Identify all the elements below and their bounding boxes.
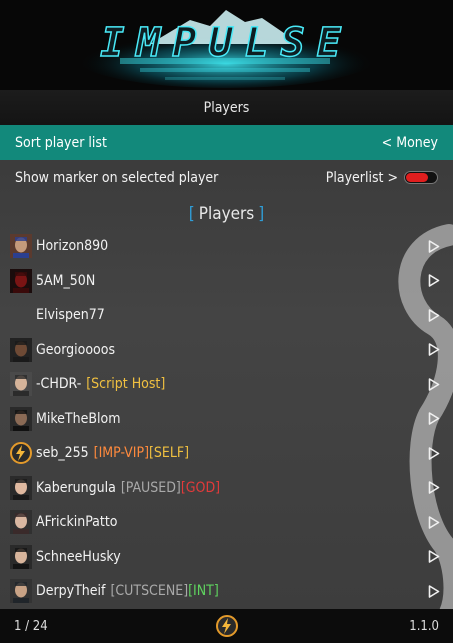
player-name: AFrickinPatto <box>36 514 117 530</box>
player-name-text: Kaberungula <box>36 479 116 496</box>
player-name-text: -CHDR- <box>36 376 82 393</box>
player-name-text: AFrickinPatto <box>36 514 118 531</box>
player-row[interactable]: Horizon890 <box>0 229 453 264</box>
player-tag: [GOD] <box>180 479 221 496</box>
player-name: Kaberungula [PAUSED][GOD] <box>36 480 220 496</box>
player-row[interactable]: Kaberungula [PAUSED][GOD] <box>0 471 453 506</box>
marker-value[interactable]: Playerlist > <box>326 170 398 186</box>
player-name-text: Elvispen77 <box>36 307 105 324</box>
player-name-text: Georgioooos <box>36 341 116 358</box>
submenu-arrow-icon <box>427 446 441 460</box>
submenu-arrow-icon <box>427 412 441 426</box>
version-label: 1.1.0 <box>409 619 439 634</box>
players-section-header: [ Players ] <box>0 199 453 229</box>
impulse-avatar-icon <box>10 441 32 465</box>
show-marker-option[interactable]: Show marker on selected player Playerlis… <box>0 160 453 195</box>
submenu-arrow-icon <box>427 308 441 322</box>
toggle-knob <box>406 173 428 182</box>
player-row[interactable]: Elvispen77 <box>0 298 453 333</box>
player-avatar <box>10 234 32 259</box>
player-row[interactable]: DerpyTheif [CUTSCENE][INT] <box>0 574 453 609</box>
player-row[interactable]: Georgioooos <box>0 333 453 368</box>
player-name: Horizon890 <box>36 238 108 254</box>
section-title-text: Players <box>198 204 255 224</box>
player-name-text: DerpyTheif <box>36 583 106 600</box>
sort-label: Sort player list <box>15 134 107 151</box>
player-tag: [INT] <box>188 583 219 600</box>
player-name-text: Horizon890 <box>36 238 109 255</box>
player-avatar <box>10 303 32 327</box>
footer-bar: 1 / 24 1.1.0 <box>0 609 453 643</box>
menu-title: Players <box>0 90 453 125</box>
player-tag: [IMP-VIP] <box>93 445 149 462</box>
menu-title-text: Players <box>203 99 250 116</box>
player-tag: [CUTSCENE] <box>110 583 189 600</box>
player-name: -CHDR- [Script Host] <box>36 376 165 392</box>
player-name-text: MikeTheBlom <box>36 410 121 427</box>
player-avatar <box>10 579 32 604</box>
sort-player-list-option[interactable]: Sort player list < Money <box>0 125 453 160</box>
impulse-badge-icon <box>216 615 238 637</box>
page-indicator: 1 / 24 <box>14 619 48 634</box>
logo-text: IMPULSE <box>99 19 353 67</box>
sort-value[interactable]: < Money <box>382 135 438 151</box>
player-name: SchneeHusky <box>36 549 121 565</box>
player-avatar <box>10 337 32 362</box>
player-row[interactable]: seb_255 [IMP-VIP][SELF] <box>0 436 453 471</box>
player-row[interactable]: AFrickinPatto <box>0 505 453 540</box>
player-menu: Sort player list < Money Show marker on … <box>0 125 453 609</box>
player-avatar <box>10 475 32 500</box>
player-avatar <box>10 544 32 569</box>
bracket-open: [ <box>188 204 195 224</box>
player-name: seb_255 [IMP-VIP][SELF] <box>36 445 189 461</box>
player-name: Georgioooos <box>36 342 115 358</box>
submenu-arrow-icon <box>427 584 441 598</box>
player-row[interactable]: -CHDR- [Script Host] <box>0 367 453 402</box>
submenu-arrow-icon <box>427 377 441 391</box>
marker-toggle[interactable] <box>404 171 438 184</box>
player-row[interactable]: MikeTheBlom <box>0 402 453 437</box>
player-name: DerpyTheif [CUTSCENE][INT] <box>36 583 219 599</box>
player-row[interactable]: 5AM_50N <box>0 264 453 299</box>
player-avatar <box>10 406 32 431</box>
player-name-text: seb_255 <box>36 445 89 462</box>
header-banner: IMPULSE <box>0 0 453 90</box>
submenu-arrow-icon <box>427 274 441 288</box>
marker-label: Show marker on selected player <box>15 169 219 186</box>
player-tag: [SELF] <box>149 445 190 462</box>
player-name: Elvispen77 <box>36 307 105 323</box>
submenu-arrow-icon <box>427 481 441 495</box>
player-avatar <box>10 372 32 397</box>
player-name: MikeTheBlom <box>36 411 120 427</box>
submenu-arrow-icon <box>427 343 441 357</box>
player-avatar <box>10 268 32 293</box>
player-tag: [Script Host] <box>86 376 166 393</box>
submenu-arrow-icon <box>427 515 441 529</box>
player-name-text: SchneeHusky <box>36 548 121 565</box>
submenu-arrow-icon <box>427 550 441 564</box>
bracket-close: ] <box>258 204 265 224</box>
player-name-text: 5AM_50N <box>36 272 96 289</box>
submenu-arrow-icon <box>427 239 441 253</box>
player-name: 5AM_50N <box>36 273 95 289</box>
player-avatar <box>10 510 32 535</box>
player-tag: [PAUSED] <box>120 479 181 496</box>
player-row[interactable]: SchneeHusky <box>0 540 453 575</box>
